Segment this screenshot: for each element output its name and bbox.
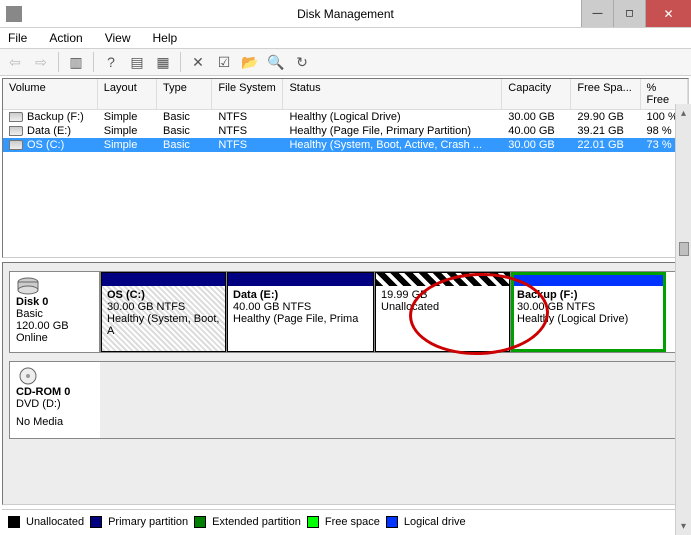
volume-icon: [9, 140, 23, 150]
partition[interactable]: OS (C:) 30.00 GB NTFS Healthy (System, B…: [100, 272, 226, 352]
disk0-size: 120.00 GB: [16, 320, 93, 332]
menu-file[interactable]: File: [4, 30, 31, 46]
volume-icon: [9, 126, 23, 136]
column-header[interactable]: Layout: [98, 79, 157, 109]
column-header[interactable]: Free Spa...: [571, 79, 640, 109]
disk0-status: Online: [16, 332, 93, 344]
disk-icon: [16, 276, 40, 296]
close-button[interactable]: ✕: [645, 0, 691, 27]
legend: Unallocated Primary partition Extended p…: [2, 509, 689, 533]
properties-icon[interactable]: ☑: [213, 51, 235, 73]
help-icon[interactable]: ?: [100, 51, 122, 73]
partition[interactable]: Backup (F:) 30.00 GB NTFS Healthy (Logic…: [510, 272, 666, 352]
partition[interactable]: Data (E:) 40.00 GB NTFS Healthy (Page Fi…: [226, 272, 374, 352]
app-icon: [6, 6, 22, 22]
forward-button[interactable]: ⇨: [30, 51, 52, 73]
column-header[interactable]: Status: [283, 79, 502, 109]
legend-unalloc-swatch: [8, 516, 20, 528]
legend-primary-swatch: [90, 516, 102, 528]
disk0-head[interactable]: Disk 0 Basic 120.00 GB Online: [10, 272, 100, 352]
cdrom-head[interactable]: CD-ROM 0 DVD (D:) No Media: [10, 362, 100, 438]
volume-list[interactable]: VolumeLayoutTypeFile SystemStatusCapacit…: [2, 78, 689, 258]
cdrom-row[interactable]: CD-ROM 0 DVD (D:) No Media: [9, 361, 682, 439]
back-button[interactable]: ⇦: [4, 51, 26, 73]
column-header[interactable]: Type: [157, 79, 212, 109]
cdrom-icon: [16, 366, 40, 386]
scrollbar[interactable]: ▴ ▾: [675, 104, 691, 535]
volume-row[interactable]: Data (E:) Simple Basic NTFS Healthy (Pag…: [3, 124, 688, 138]
menu-help[interactable]: Help: [149, 30, 182, 46]
search-icon[interactable]: 🔍: [265, 51, 287, 73]
minimize-button[interactable]: —: [581, 0, 613, 27]
disk0-type: Basic: [16, 308, 93, 320]
disk0-row[interactable]: Disk 0 Basic 120.00 GB Online OS (C:) 30…: [9, 271, 682, 353]
legend-free-swatch: [307, 516, 319, 528]
refresh-icon[interactable]: ↻: [291, 51, 313, 73]
disk-graph-pane[interactable]: Disk 0 Basic 120.00 GB Online OS (C:) 30…: [2, 262, 689, 505]
column-header[interactable]: File System: [212, 79, 283, 109]
list-icon[interactable]: ▦: [152, 51, 174, 73]
cdrom-type: DVD (D:): [16, 398, 94, 410]
cdrom-label: CD-ROM 0: [16, 386, 94, 398]
scroll-down-icon[interactable]: ▾: [676, 517, 691, 535]
disk0-label: Disk 0: [16, 296, 93, 308]
open-icon[interactable]: 📂: [239, 51, 261, 73]
scroll-thumb[interactable]: [679, 242, 689, 256]
view-icon[interactable]: ▥: [65, 51, 87, 73]
menu-action[interactable]: Action: [45, 30, 86, 46]
volume-icon: [9, 112, 23, 122]
column-header[interactable]: Volume: [3, 79, 98, 109]
settings-icon[interactable]: ▤: [126, 51, 148, 73]
volume-row[interactable]: OS (C:) Simple Basic NTFS Healthy (Syste…: [3, 138, 688, 152]
delete-icon[interactable]: ✕: [187, 51, 209, 73]
partition[interactable]: 19.99 GB Unallocated: [374, 272, 510, 352]
volume-row[interactable]: Backup (F:) Simple Basic NTFS Healthy (L…: [3, 110, 688, 124]
legend-extended-swatch: [194, 516, 206, 528]
scroll-up-icon[interactable]: ▴: [676, 104, 691, 122]
legend-logical-swatch: [386, 516, 398, 528]
cdrom-status: No Media: [16, 416, 94, 428]
menu-view[interactable]: View: [101, 30, 135, 46]
column-header[interactable]: Capacity: [502, 79, 571, 109]
maximize-button[interactable]: ◻: [613, 0, 645, 27]
